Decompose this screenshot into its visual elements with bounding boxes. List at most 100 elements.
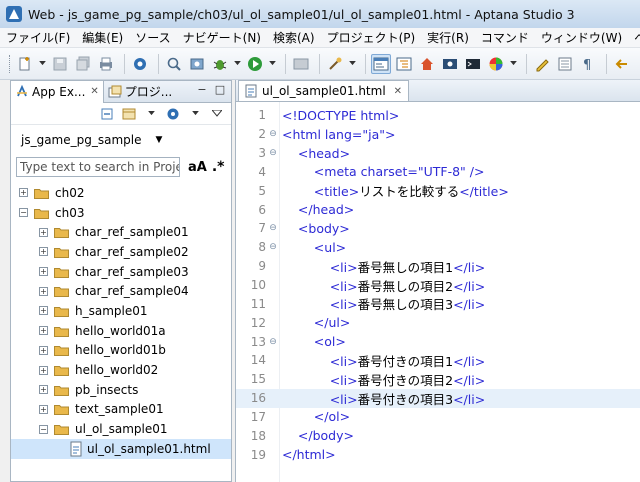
deploy-icon[interactable] — [187, 54, 207, 74]
code-line[interactable]: 18 </body> — [236, 426, 640, 445]
gear-dropdown-icon[interactable] — [187, 106, 203, 122]
expand-icon[interactable]: + — [39, 286, 48, 296]
tab-ul-ol-sample01-html[interactable]: ul_ol_sample01.html ✕ — [238, 80, 410, 101]
menu-item[interactable]: 実行(R) — [421, 29, 475, 46]
new-dropdown-icon[interactable] — [38, 54, 46, 74]
outline-perspective-icon[interactable] — [394, 54, 414, 74]
view-menu-icon[interactable] — [209, 106, 225, 122]
tree-folder-item[interactable]: + char_ref_sample01 — [11, 222, 231, 242]
menu-item[interactable]: ナビゲート(N) — [177, 29, 267, 46]
code-line[interactable]: 6 </head> — [236, 200, 640, 219]
highlight-pen-icon[interactable] — [532, 54, 552, 74]
tree-folder-item[interactable]: + char_ref_sample02 — [11, 242, 231, 262]
preview-icon[interactable] — [440, 54, 460, 74]
code-line[interactable]: 4 <meta charset="UTF-8" /> — [236, 163, 640, 182]
toolbar-grip[interactable] — [9, 54, 12, 73]
code-line[interactable]: 8 ⊖ <ul> — [236, 238, 640, 257]
print-icon[interactable] — [96, 54, 116, 74]
tree-folder-item[interactable]: + ch02 — [11, 183, 231, 203]
color-wheel-icon[interactable] — [486, 54, 506, 74]
run-icon[interactable] — [245, 54, 265, 74]
code-line[interactable]: 1 <!DOCTYPE html> — [236, 106, 640, 125]
project-search-input[interactable] — [16, 157, 180, 177]
code-line[interactable]: 5 <title>リストを比較する</title> — [236, 181, 640, 200]
menu-item[interactable]: コマンド — [475, 29, 535, 46]
search-icon[interactable] — [164, 54, 184, 74]
expand-icon[interactable]: + — [39, 306, 48, 316]
web-perspective-icon[interactable] — [371, 53, 391, 74]
expand-icon[interactable]: + — [39, 385, 48, 395]
home-icon[interactable] — [417, 54, 437, 74]
expand-icon[interactable]: + — [39, 247, 48, 257]
terminal-icon[interactable] — [291, 54, 311, 74]
block-selection-icon[interactable] — [555, 54, 575, 74]
code-line[interactable]: 14 <li>番号付きの項目1</li> — [236, 351, 640, 370]
collapse-icon[interactable]: − — [19, 208, 28, 218]
tree-folder-item[interactable]: + char_ref_sample04 — [11, 281, 231, 301]
tab-app-explorer[interactable]: App Ex... ✕ — [11, 80, 104, 103]
expand-icon[interactable]: + — [39, 345, 48, 355]
expand-icon[interactable]: + — [39, 267, 48, 277]
code-line[interactable]: 15 <li>番号付きの項目2</li> — [236, 370, 640, 389]
code-line[interactable]: 3 ⊖ <head> — [236, 144, 640, 163]
menu-item[interactable]: ファイル(F) — [0, 29, 76, 46]
tree-folder-item[interactable]: + hello_world02 — [11, 360, 231, 380]
commands-wand-icon[interactable] — [325, 54, 345, 74]
menu-item[interactable]: ウィンドウ(W) — [535, 29, 628, 46]
tab-project[interactable]: プロジ... — [104, 81, 176, 103]
maximize-icon[interactable]: □ — [213, 84, 227, 98]
menu-item[interactable]: ヘル — [628, 29, 640, 46]
settings-gear-icon[interactable] — [165, 106, 181, 122]
code-line[interactable]: 17 </ol> — [236, 408, 640, 427]
menu-item[interactable]: 検索(A) — [267, 29, 321, 46]
case-sensitive-toggle[interactable]: aA — [188, 160, 207, 175]
minimize-icon[interactable]: − — [195, 84, 209, 98]
tree-folder-item[interactable]: + pb_insects — [11, 380, 231, 400]
color-dropdown-icon[interactable] — [509, 54, 517, 74]
fold-toggle-icon[interactable]: ⊖ — [268, 148, 278, 158]
expand-icon[interactable]: + — [39, 326, 48, 336]
code-line[interactable]: 12 </ul> — [236, 313, 640, 332]
debug-dropdown-icon[interactable] — [233, 54, 241, 74]
expand-icon[interactable]: + — [39, 227, 48, 237]
link-editor-icon[interactable] — [121, 106, 137, 122]
tree-folder-item[interactable]: + text_sample01 — [11, 400, 231, 420]
settings-gear-icon[interactable] — [130, 54, 150, 74]
code-line[interactable]: 9 <li>番号無しの項目1</li> — [236, 257, 640, 276]
tree-folder-item[interactable]: − ul_ol_sample01 — [11, 419, 231, 439]
menu-item[interactable]: ソース — [129, 29, 176, 46]
tree-file-item[interactable]: ul_ol_sample01.html — [11, 438, 231, 459]
code-line[interactable]: 16 <li>番号付きの項目3</li> — [236, 388, 640, 408]
code-line[interactable]: 19 </html> — [236, 445, 640, 464]
save-all-icon[interactable] — [73, 54, 93, 74]
project-selector[interactable]: js_game_pg_sample ▼ — [11, 125, 231, 155]
expand-icon[interactable]: + — [19, 188, 28, 198]
code-line[interactable]: 7 ⊖ <body> — [236, 219, 640, 238]
console-icon[interactable] — [463, 54, 483, 74]
fold-toggle-icon[interactable]: ⊖ — [268, 242, 278, 252]
code-line[interactable]: 2 ⊖ <html lang="ja"> — [236, 125, 640, 144]
fold-toggle-icon[interactable]: ⊖ — [268, 129, 278, 139]
code-line[interactable]: 13 ⊖ <ol> — [236, 332, 640, 351]
collapse-icon[interactable]: − — [39, 424, 48, 434]
expand-icon[interactable]: + — [39, 404, 48, 414]
collapse-all-icon[interactable] — [99, 106, 115, 122]
tree-folder-item[interactable]: + h_sample01 — [11, 301, 231, 321]
fold-toggle-icon[interactable]: ⊖ — [268, 337, 278, 347]
regex-toggle[interactable]: .* — [212, 159, 225, 175]
save-icon[interactable] — [50, 54, 70, 74]
back-arrow-icon[interactable] — [612, 54, 632, 74]
fold-toggle-icon[interactable]: ⊖ — [268, 223, 278, 233]
menu-item[interactable]: 編集(E) — [76, 29, 129, 46]
new-file-icon[interactable] — [15, 54, 35, 74]
expand-icon[interactable]: + — [39, 365, 48, 375]
tree-folder-item[interactable]: − ch03 — [11, 203, 231, 223]
close-icon[interactable]: ✕ — [394, 86, 402, 97]
view-menu-dropdown-icon[interactable] — [143, 106, 159, 122]
tree-folder-item[interactable]: + hello_world01a — [11, 321, 231, 341]
menu-item[interactable]: プロジェクト(P) — [321, 29, 422, 46]
code-area[interactable]: 1 <!DOCTYPE html> 2 ⊖ <html lang="ja"> 3 ⊖ <he… — [236, 106, 640, 464]
run-dropdown-icon[interactable] — [268, 54, 276, 74]
code-line[interactable]: 11 <li>番号無しの項目3</li> — [236, 294, 640, 313]
show-whitespace-icon[interactable]: ¶ — [578, 54, 598, 74]
